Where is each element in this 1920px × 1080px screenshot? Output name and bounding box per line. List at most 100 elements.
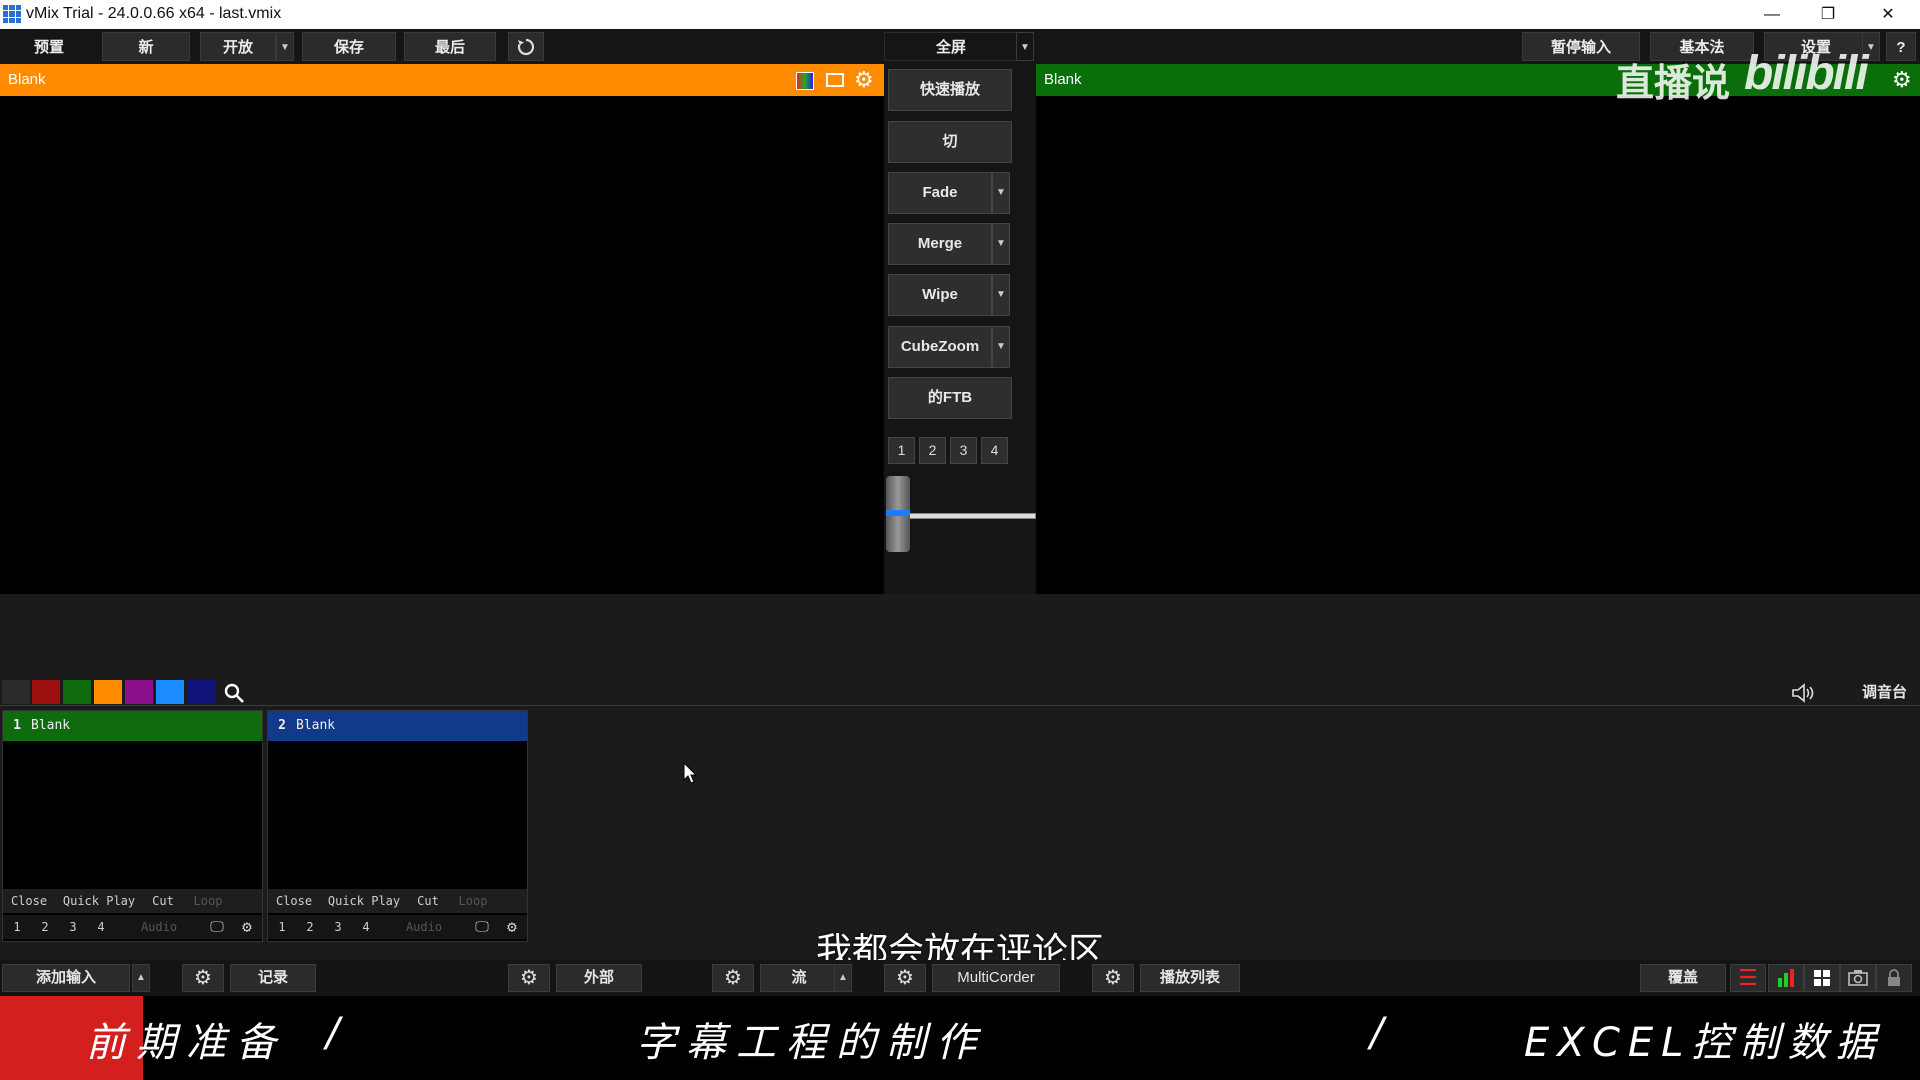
cubezoom-button[interactable]: CubeZoom <box>888 326 992 368</box>
record-button[interactable]: 记录 <box>230 964 316 992</box>
cut-input-button[interactable]: Cut <box>410 889 446 913</box>
overlay-4-button[interactable]: 4 <box>354 915 378 939</box>
preview-button[interactable]: 预置 <box>2 32 96 61</box>
cut-input-button[interactable]: Cut <box>145 889 181 913</box>
input-tile[interactable]: 1 Blank Close Quick Play Cut Loop 1 2 3 4… <box>2 710 263 942</box>
chapter-separator: / <box>326 1010 350 1056</box>
loop-input-button[interactable]: Loop <box>450 889 496 913</box>
gear-icon[interactable]: ⚙ <box>182 964 224 992</box>
color-filter-navy[interactable] <box>187 680 215 704</box>
list-view-icon[interactable]: ☰ <box>1730 964 1766 992</box>
open-button[interactable]: 开放 <box>200 32 276 61</box>
gear-icon[interactable]: ⚙ <box>235 915 259 939</box>
color-filter-purple[interactable] <box>125 680 153 704</box>
gear-icon[interactable]: ⚙ <box>500 915 524 939</box>
close-input-button[interactable]: Close <box>5 889 53 913</box>
color-filter-all[interactable] <box>2 680 30 704</box>
stream-dropdown[interactable]: ▲ <box>834 964 852 992</box>
color-filter-orange[interactable] <box>94 680 122 704</box>
audio-levels-icon[interactable] <box>1768 964 1804 992</box>
transition-3-button[interactable]: 3 <box>950 437 977 464</box>
input-overlay-row: 1 2 3 4 Audio 🖵 ⚙ <box>3 915 262 939</box>
restore-button[interactable]: ❐ <box>1800 0 1856 29</box>
cut-button[interactable]: 切 <box>888 121 1012 163</box>
close-input-button[interactable]: Close <box>270 889 318 913</box>
monitor-icon[interactable]: 🖵 <box>203 915 231 939</box>
overlay-button[interactable]: 覆盖 <box>1640 964 1726 992</box>
program-canvas <box>1036 96 1920 594</box>
merge-button[interactable]: Merge <box>888 223 992 265</box>
audio-button[interactable]: Audio <box>119 915 199 939</box>
chevron-down-icon: ▼ <box>280 42 290 53</box>
color-filter-red[interactable] <box>32 680 60 704</box>
refresh-button[interactable] <box>508 32 544 61</box>
stream-button[interactable]: 流 <box>760 964 838 992</box>
chevron-down-icon: ▼ <box>996 238 1006 249</box>
chevron-up-icon: ▲ <box>136 972 146 983</box>
window-title: vMix Trial - 24.0.0.66 x64 - last.vmix <box>26 5 282 22</box>
mouse-cursor-icon <box>683 762 697 784</box>
gear-icon[interactable]: ⚙ <box>884 964 926 992</box>
add-input-button[interactable]: 添加输入 <box>2 964 130 992</box>
overlay-3-button[interactable]: 3 <box>326 915 350 939</box>
new-button[interactable]: 新 <box>102 32 190 61</box>
gear-icon[interactable]: ⚙ <box>854 64 874 96</box>
playlist-button[interactable]: 播放列表 <box>1140 964 1240 992</box>
gear-icon[interactable]: ⚙ <box>1092 964 1134 992</box>
fullscreen-dropdown[interactable]: ▼ <box>1016 32 1034 61</box>
fade-button[interactable]: Fade <box>888 172 992 214</box>
tbar-handle[interactable] <box>886 476 910 552</box>
overlay-2-button[interactable]: 2 <box>33 915 57 939</box>
merge-dropdown[interactable]: ▼ <box>992 223 1010 265</box>
speaker-icon[interactable] <box>1790 682 1816 704</box>
quick-play-button[interactable]: 快速播放 <box>888 69 1012 111</box>
gear-icon[interactable]: ⚙ <box>712 964 754 992</box>
preview-canvas <box>0 96 884 594</box>
title-bar: vMix Trial - 24.0.0.66 x64 - last.vmix —… <box>0 0 1920 29</box>
multicorder-button[interactable]: MultiCorder <box>932 964 1060 992</box>
overlay-4-button[interactable]: 4 <box>89 915 113 939</box>
transition-4-button[interactable]: 4 <box>981 437 1008 464</box>
ftb-button[interactable]: 的FTB <box>888 377 1012 419</box>
fade-dropdown[interactable]: ▼ <box>992 172 1010 214</box>
chapter-2: 字幕工程的制作 <box>636 1020 986 1066</box>
mixer-label[interactable]: 调音台 <box>1862 682 1907 704</box>
audio-button[interactable]: Audio <box>384 915 464 939</box>
tbar-track[interactable] <box>906 513 1036 519</box>
gear-icon[interactable]: ⚙ <box>1892 64 1912 96</box>
transition-2-button[interactable]: 2 <box>919 437 946 464</box>
grid-view-icon[interactable] <box>1804 964 1840 992</box>
transition-1-button[interactable]: 1 <box>888 437 915 464</box>
color-filter-green[interactable] <box>63 680 91 704</box>
color-filter-blue[interactable] <box>156 680 184 704</box>
input-number: 1 <box>13 718 21 733</box>
external-button[interactable]: 外部 <box>556 964 642 992</box>
search-icon[interactable] <box>222 682 246 704</box>
lock-icon[interactable] <box>1876 964 1912 992</box>
loop-input-button[interactable]: Loop <box>185 889 231 913</box>
wipe-dropdown[interactable]: ▼ <box>992 274 1010 316</box>
overlay-3-button[interactable]: 3 <box>61 915 85 939</box>
input-overlay-row: 1 2 3 4 Audio 🖵 ⚙ <box>268 915 527 939</box>
color-bars-icon[interactable] <box>796 72 814 90</box>
overlay-1-button[interactable]: 1 <box>270 915 294 939</box>
help-button[interactable]: ? <box>1886 32 1916 61</box>
quick-play-input-button[interactable]: Quick Play <box>322 889 406 913</box>
overlay-2-button[interactable]: 2 <box>298 915 322 939</box>
quick-play-input-button[interactable]: Quick Play <box>57 889 141 913</box>
fullscreen-button[interactable]: 全屏 <box>884 32 1018 61</box>
safe-area-icon[interactable] <box>826 73 844 87</box>
minimize-button[interactable]: — <box>1744 0 1800 29</box>
monitor-icon[interactable]: 🖵 <box>468 915 496 939</box>
camera-icon[interactable] <box>1840 964 1876 992</box>
add-input-dropdown[interactable]: ▲ <box>132 964 150 992</box>
overlay-1-button[interactable]: 1 <box>5 915 29 939</box>
last-button[interactable]: 最后 <box>404 32 496 61</box>
wipe-button[interactable]: Wipe <box>888 274 992 316</box>
gear-icon[interactable]: ⚙ <box>508 964 550 992</box>
close-button[interactable]: ✕ <box>1860 0 1916 29</box>
input-tile[interactable]: 2 Blank Close Quick Play Cut Loop 1 2 3 4… <box>267 710 528 942</box>
save-button[interactable]: 保存 <box>302 32 396 61</box>
open-dropdown[interactable]: ▼ <box>276 32 294 61</box>
cubezoom-dropdown[interactable]: ▼ <box>992 326 1010 368</box>
